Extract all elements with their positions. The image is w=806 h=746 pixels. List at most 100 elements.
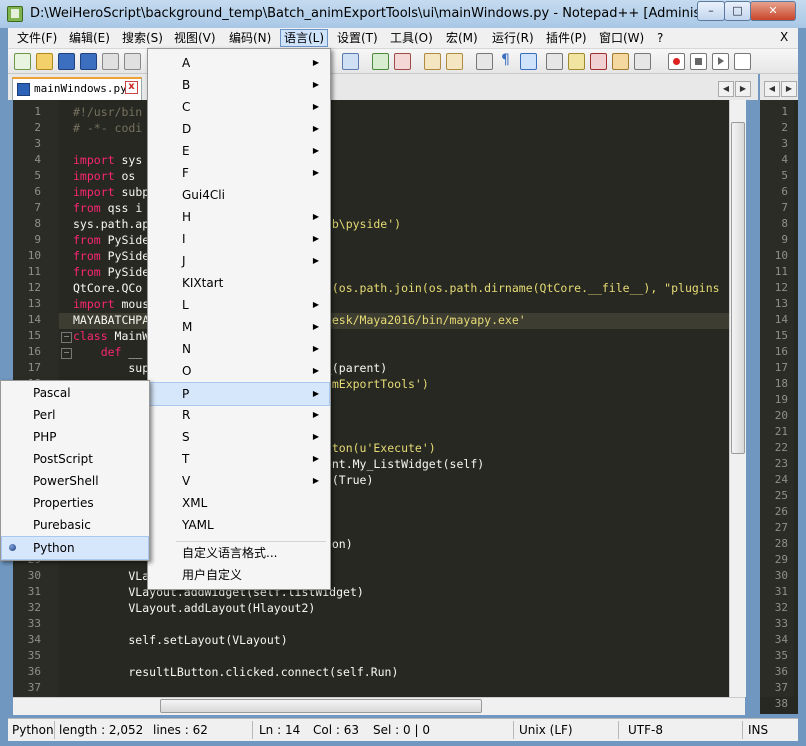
- menu-edit[interactable]: 编辑(E): [66, 30, 113, 46]
- close-window-button[interactable]: ✕: [750, 1, 796, 21]
- menu-item-lang-kixtart[interactable]: KIXtart: [149, 272, 329, 294]
- submenu-arrow-icon: ▶: [312, 102, 319, 111]
- run-macro-multiple-icon[interactable]: [734, 53, 751, 70]
- menu-item-user-defined[interactable]: 用户自定义: [149, 564, 329, 586]
- status-divider: [618, 721, 619, 739]
- menu-item-lang-v[interactable]: V ▶: [149, 470, 329, 492]
- folder-icon[interactable]: [612, 53, 629, 70]
- maximize-button[interactable]: □: [724, 1, 751, 21]
- tab-scroll-left-icon[interactable]: ◀: [718, 81, 734, 97]
- menu-macro[interactable]: 宏(M): [443, 30, 481, 46]
- function-list-icon[interactable]: [568, 53, 585, 70]
- menu-item-lang-xml[interactable]: XML: [149, 492, 329, 514]
- zoom-out-icon[interactable]: [394, 53, 411, 70]
- menu-item-lang-l[interactable]: L ▶: [149, 294, 329, 316]
- line-number: 22: [774, 441, 788, 454]
- open-file-icon[interactable]: [36, 53, 53, 70]
- close-icon[interactable]: [102, 53, 119, 70]
- submenu-item-perl[interactable]: Perl: [2, 404, 148, 426]
- document-map-icon[interactable]: [546, 53, 563, 70]
- tab-mainwindows[interactable]: mainWindows.py x: [12, 77, 142, 100]
- menu-item-lang-yaml[interactable]: YAML: [149, 514, 329, 536]
- menu-item-lang-t[interactable]: T ▶: [149, 448, 329, 470]
- fold-toggle-icon[interactable]: −: [61, 332, 72, 343]
- menu-language[interactable]: 语言(L): [280, 29, 329, 47]
- menu-item-label: XML: [182, 496, 208, 510]
- menu-view[interactable]: 视图(V): [171, 30, 219, 46]
- submenu-item-powershell[interactable]: PowerShell: [2, 470, 148, 492]
- menu-plugins[interactable]: 插件(P): [543, 30, 590, 46]
- secondary-scroll-left-icon[interactable]: ◀: [764, 81, 780, 97]
- submenu-item-python[interactable]: Python: [1, 536, 149, 560]
- menu-item-lang-i[interactable]: I ▶: [149, 228, 329, 250]
- print-icon[interactable]: [124, 53, 141, 70]
- secondary-scroll-right-icon[interactable]: ▶: [781, 81, 797, 97]
- tab-scroll-right-icon[interactable]: ▶: [735, 81, 751, 97]
- submenu-item-label: Pascal: [33, 386, 71, 400]
- menu-item-lang-gui4cli[interactable]: Gui4Cli: [149, 184, 329, 206]
- menu-item-lang-c[interactable]: C ▶: [149, 96, 329, 118]
- menu-item-lang-o[interactable]: O ▶: [149, 360, 329, 382]
- menu-item-lang-j[interactable]: J ▶: [149, 250, 329, 272]
- submenu-item-pascal[interactable]: Pascal: [2, 382, 148, 404]
- line-number: 28: [774, 537, 788, 550]
- menu-search[interactable]: 搜索(S): [119, 30, 166, 46]
- monitoring-icon[interactable]: [634, 53, 651, 70]
- folder-workspace-icon[interactable]: [590, 53, 607, 70]
- code-line: def __: [100, 345, 143, 359]
- submenu-item-php[interactable]: PHP: [2, 426, 148, 448]
- menu-item-lang-e[interactable]: E ▶: [149, 140, 329, 162]
- menu-item-lang-h[interactable]: H ▶: [149, 206, 329, 228]
- menu-item-lang-d[interactable]: D ▶: [149, 118, 329, 140]
- submenu-item-properties[interactable]: Properties: [2, 492, 148, 514]
- menu-window[interactable]: 窗口(W): [596, 30, 647, 46]
- menu-item-define-language[interactable]: 自定义语言格式...: [149, 542, 329, 564]
- code-line: from PySide: [73, 249, 150, 263]
- sync-vertical-icon[interactable]: [424, 53, 441, 70]
- menu-item-lang-s[interactable]: S ▶: [149, 426, 329, 448]
- menu-tools[interactable]: 工具(O): [387, 30, 436, 46]
- save-icon[interactable]: [58, 53, 75, 70]
- menu-help[interactable]: ?: [654, 30, 666, 46]
- menu-item-lang-f[interactable]: F ▶: [149, 162, 329, 184]
- status-language: Python: [12, 723, 54, 737]
- submenu-item-postscript[interactable]: PostScript: [2, 448, 148, 470]
- menu-item-lang-r[interactable]: R ▶: [149, 404, 329, 426]
- menu-item-lang-m[interactable]: M ▶: [149, 316, 329, 338]
- zoom-in-icon[interactable]: [372, 53, 389, 70]
- menu-file[interactable]: 文件(F): [14, 30, 60, 46]
- record-macro-icon[interactable]: [668, 53, 685, 70]
- word-wrap-icon[interactable]: [476, 53, 493, 70]
- notepad-app-icon: [7, 6, 23, 22]
- submenu-item-purebasic[interactable]: Purebasic: [2, 514, 148, 536]
- vertical-scroll-thumb[interactable]: [731, 122, 745, 454]
- fold-toggle-icon[interactable]: −: [61, 348, 72, 359]
- submenu-arrow-icon: ▶: [312, 58, 319, 67]
- menu-item-lang-b[interactable]: B ▶: [149, 74, 329, 96]
- sync-horizontal-icon[interactable]: [446, 53, 463, 70]
- line-number: 27: [774, 521, 788, 534]
- show-all-chars-icon[interactable]: ¶: [498, 53, 513, 68]
- play-macro-icon[interactable]: [712, 53, 729, 70]
- menu-item-lang-p[interactable]: P ▶: [148, 382, 330, 406]
- line-number: 15: [774, 329, 788, 342]
- menu-run[interactable]: 运行(R): [489, 30, 537, 46]
- close-document-button[interactable]: X: [780, 30, 788, 44]
- menu-encoding[interactable]: 编码(N): [226, 30, 274, 46]
- minimize-button[interactable]: –: [697, 1, 725, 21]
- menu-item-label: D: [182, 122, 192, 136]
- horizontal-scroll-thumb[interactable]: [160, 699, 482, 713]
- tab-close-icon[interactable]: x: [125, 81, 138, 94]
- menu-settings[interactable]: 设置(T): [334, 30, 381, 46]
- code-line: self.setLayout(VLayout): [73, 633, 288, 647]
- stop-macro-icon[interactable]: [690, 53, 707, 70]
- menu-item-lang-a[interactable]: A ▶: [149, 52, 329, 74]
- save-all-icon[interactable]: [80, 53, 97, 70]
- new-file-icon[interactable]: [14, 53, 31, 70]
- indent-guide-icon[interactable]: [520, 53, 537, 70]
- menu-item-lang-n[interactable]: N ▶: [149, 338, 329, 360]
- submenu-arrow-icon: ▶: [312, 344, 319, 353]
- replace-icon[interactable]: [342, 53, 359, 70]
- line-number: 30: [774, 569, 788, 582]
- submenu-item-label: PHP: [33, 430, 57, 444]
